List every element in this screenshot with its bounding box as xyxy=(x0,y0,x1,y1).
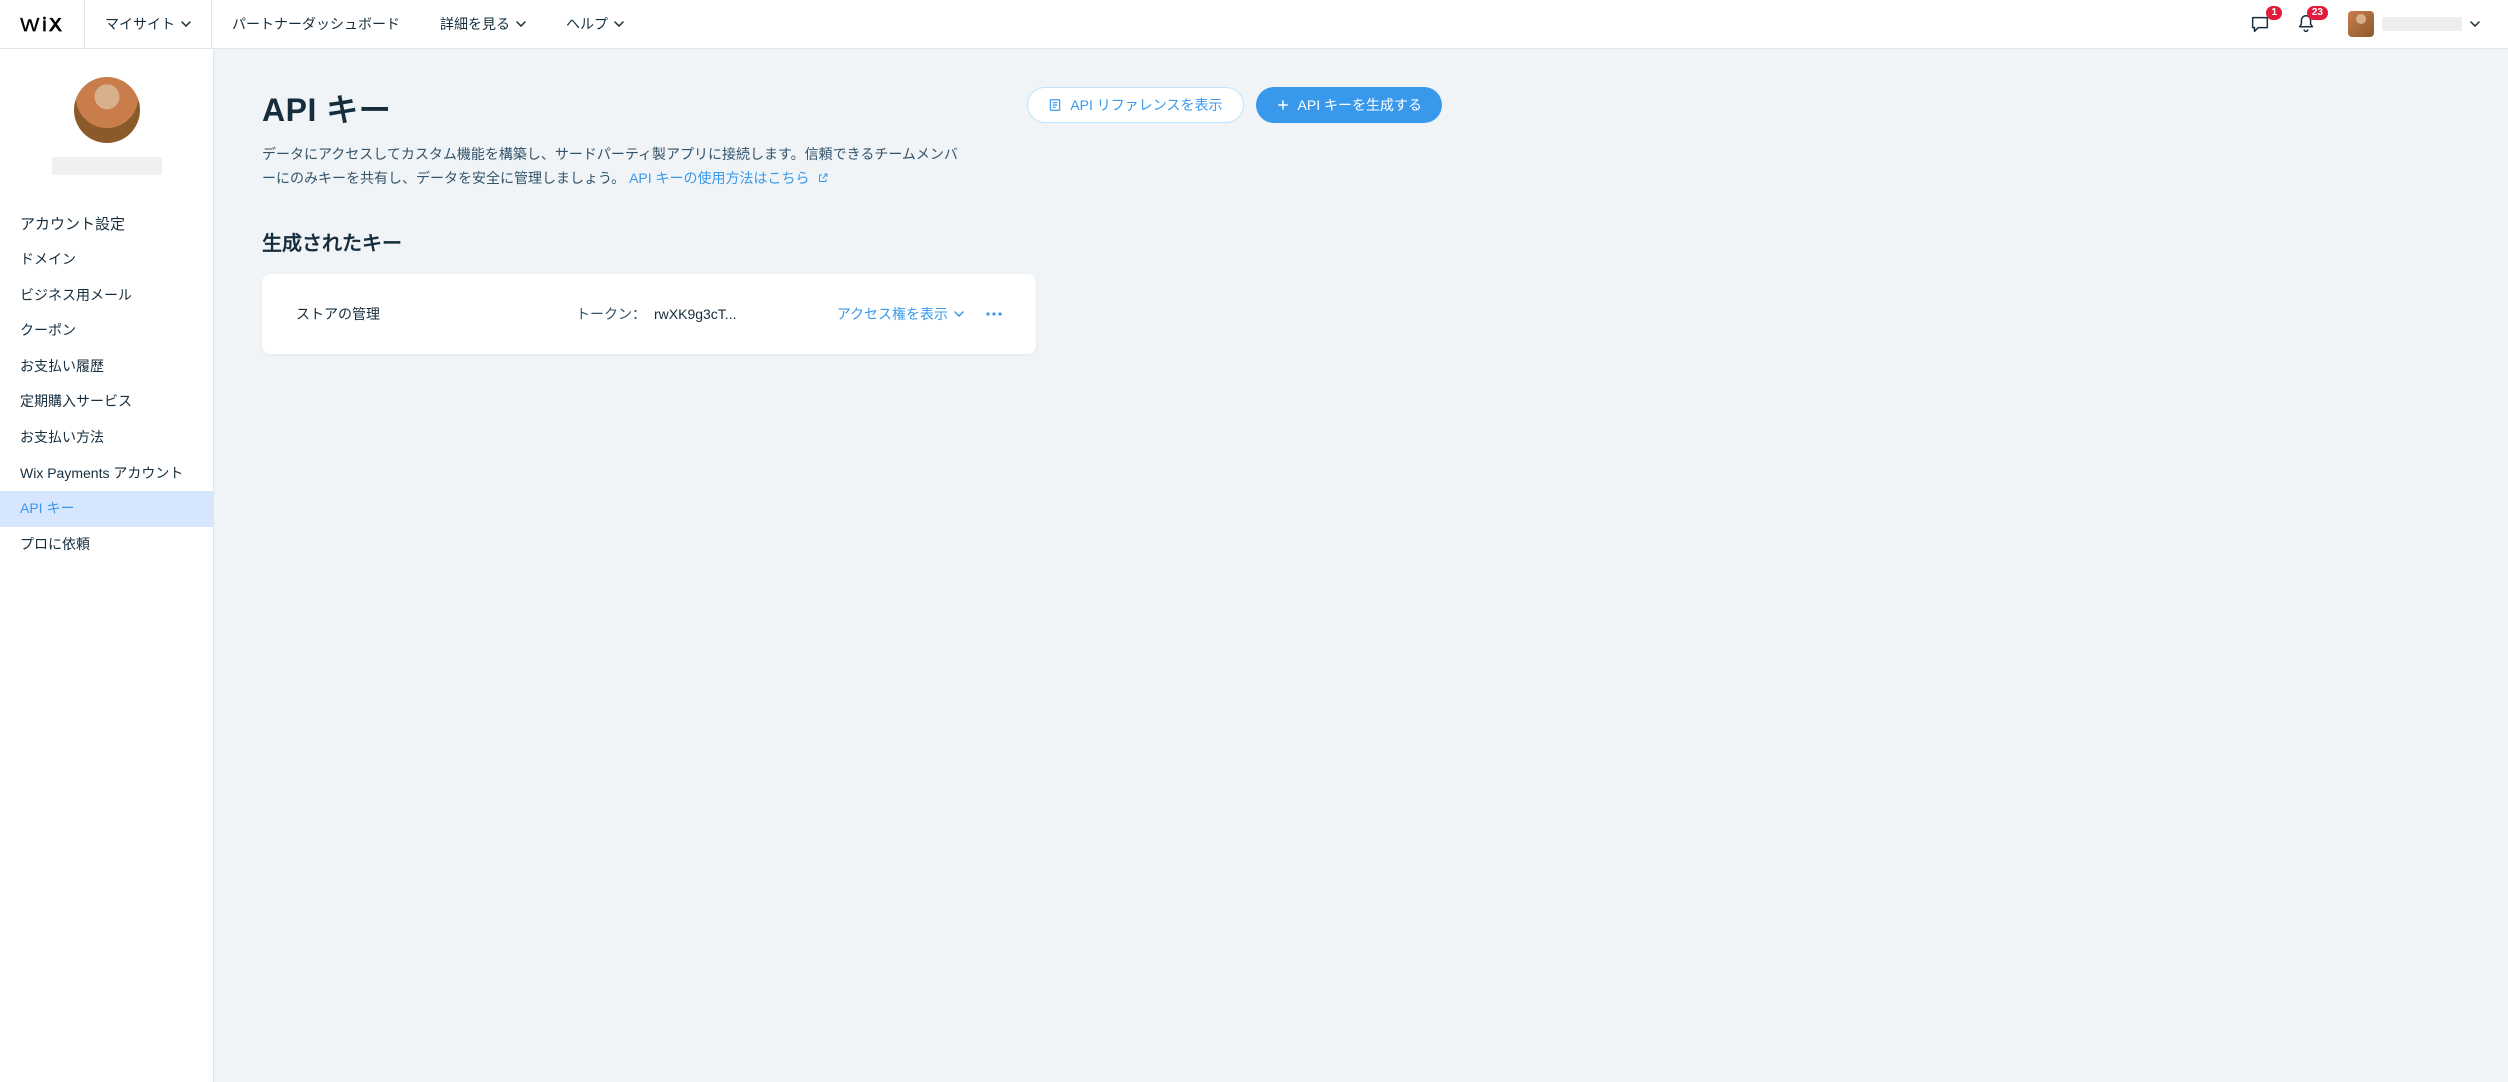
sidebar-item-payment-methods[interactable]: お支払い方法 xyxy=(0,420,213,456)
key-token: トークン： rwXK9g3cT... xyxy=(576,304,736,324)
generate-key-label: API キーを生成する xyxy=(1298,95,1422,115)
page-header: API キー データにアクセスしてカスタム機能を構築し、サードパーティ製アプリに… xyxy=(262,85,1442,191)
chevron-down-icon xyxy=(181,21,191,27)
sidebar-item-subscriptions[interactable]: 定期購入サービス xyxy=(0,384,213,420)
page-description-text: データにアクセスしてカスタム機能を構築し、サードパーティ製アプリに接続します。信… xyxy=(262,146,958,186)
key-token-label: トークン： xyxy=(576,304,646,324)
sidebar-item-business-email[interactable]: ビジネス用メール xyxy=(0,278,213,314)
chevron-down-icon xyxy=(2470,21,2480,27)
show-permissions-label: アクセス権を表示 xyxy=(837,304,948,324)
sidebar: アカウント設定 ドメイン ビジネス用メール クーポン お支払い履歴 定期購入サー… xyxy=(0,49,214,1082)
avatar xyxy=(74,77,140,143)
chevron-down-icon xyxy=(614,21,624,27)
nav-help[interactable]: ヘルプ xyxy=(546,0,644,48)
sidebar-item-wix-payments[interactable]: Wix Payments アカウント xyxy=(0,456,213,492)
header-actions: API リファレンスを表示 API キーを生成する xyxy=(1027,85,1442,123)
page-title: API キー xyxy=(262,85,962,131)
plus-icon xyxy=(1276,98,1290,112)
topbar-right: 1 23 xyxy=(2246,0,2508,48)
account-name xyxy=(2382,17,2462,31)
api-reference-button[interactable]: API リファレンスを表示 xyxy=(1027,87,1243,123)
sidebar-item-payment-history[interactable]: お支払い履歴 xyxy=(0,349,213,385)
notifications-badge: 23 xyxy=(2307,6,2328,20)
key-name: ストアの管理 xyxy=(296,304,536,324)
notifications-button[interactable]: 23 xyxy=(2292,10,2320,38)
inbox-button[interactable]: 1 xyxy=(2246,10,2274,38)
api-usage-link-label: API キーの使用方法はこちら xyxy=(629,170,809,186)
dots-icon xyxy=(986,312,1002,316)
key-row: ストアの管理 トークン： rwXK9g3cT... アクセス権を表示 xyxy=(262,274,1036,354)
profile-card xyxy=(0,77,213,199)
nav-partner-label: パートナーダッシュボード xyxy=(232,14,400,34)
sidebar-item-domains[interactable]: ドメイン xyxy=(0,242,213,278)
nav-mysites-label: マイサイト xyxy=(105,14,175,34)
api-usage-link[interactable]: API キーの使用方法はこちら xyxy=(629,170,829,186)
sidebar-nav: ドメイン ビジネス用メール クーポン お支払い履歴 定期購入サービス お支払い方… xyxy=(0,242,213,562)
sidebar-section-title: アカウント設定 xyxy=(0,199,213,242)
document-icon xyxy=(1048,97,1062,113)
show-permissions-button[interactable]: アクセス権を表示 xyxy=(837,304,964,324)
nav-help-label: ヘルプ xyxy=(566,14,608,34)
external-link-icon xyxy=(817,172,829,184)
generated-keys-heading: 生成されたキー xyxy=(262,227,2460,256)
main-content: API キー データにアクセスしてカスタム機能を構築し、サードパーティ製アプリに… xyxy=(214,49,2508,1082)
inbox-badge: 1 xyxy=(2266,6,2282,20)
chevron-down-icon xyxy=(954,311,964,317)
nav-details-label: 詳細を見る xyxy=(440,14,510,34)
top-bar: マイサイト パートナーダッシュボード 詳細を見る ヘルプ 1 23 xyxy=(0,0,2508,49)
sidebar-item-hire-pro[interactable]: プロに依頼 xyxy=(0,527,213,563)
nav-mysites[interactable]: マイサイト xyxy=(85,0,212,48)
avatar xyxy=(2348,11,2374,37)
generate-key-button[interactable]: API キーを生成する xyxy=(1256,87,1442,123)
nav-partner[interactable]: パートナーダッシュボード xyxy=(212,0,420,48)
profile-name xyxy=(52,157,162,175)
keys-card: ストアの管理 トークン： rwXK9g3cT... アクセス権を表示 xyxy=(262,274,1036,354)
wix-logo-svg xyxy=(20,14,64,34)
wix-logo[interactable] xyxy=(0,0,85,48)
api-reference-label: API リファレンスを表示 xyxy=(1070,95,1222,115)
account-menu[interactable] xyxy=(2338,0,2490,48)
more-actions-button[interactable] xyxy=(986,312,1002,316)
nav-details[interactable]: 詳細を見る xyxy=(420,0,546,48)
sidebar-item-api-keys[interactable]: API キー xyxy=(0,491,213,527)
key-actions: アクセス権を表示 xyxy=(837,304,1002,324)
key-token-value: rwXK9g3cT... xyxy=(654,306,736,322)
page-body: アカウント設定 ドメイン ビジネス用メール クーポン お支払い履歴 定期購入サー… xyxy=(0,49,2508,1082)
title-block: API キー データにアクセスしてカスタム機能を構築し、サードパーティ製アプリに… xyxy=(262,85,962,191)
page-description: データにアクセスしてカスタム機能を構築し、サードパーティ製アプリに接続します。信… xyxy=(262,143,962,191)
chevron-down-icon xyxy=(516,21,526,27)
sidebar-item-coupons[interactable]: クーポン xyxy=(0,313,213,349)
